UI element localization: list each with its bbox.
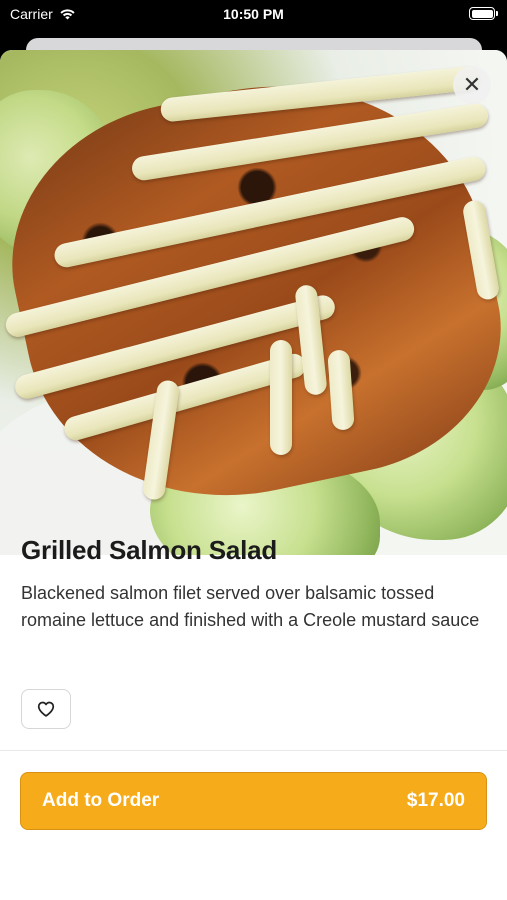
heart-icon (37, 701, 55, 717)
divider (0, 750, 507, 751)
grilled-salmon-salad-photo (0, 50, 507, 555)
battery-icon (469, 7, 498, 20)
favorite-button[interactable] (21, 689, 71, 729)
item-info: Grilled Salmon Salad Blackened salmon fi… (21, 535, 486, 634)
item-description: Blackened salmon filet served over balsa… (21, 583, 480, 630)
close-button[interactable]: ✕ (453, 66, 491, 104)
add-to-order-label: Add to Order (42, 790, 160, 811)
close-icon: ✕ (462, 72, 482, 97)
price-label: $17.00 (406, 790, 465, 811)
item-title: Grilled Salmon Salad (21, 535, 278, 565)
clock: 10:50 PM (223, 6, 284, 22)
status-bar: Carrier 10:50 PM (0, 0, 507, 32)
add-to-order-button[interactable]: Add to Order $17.00 (20, 772, 487, 830)
